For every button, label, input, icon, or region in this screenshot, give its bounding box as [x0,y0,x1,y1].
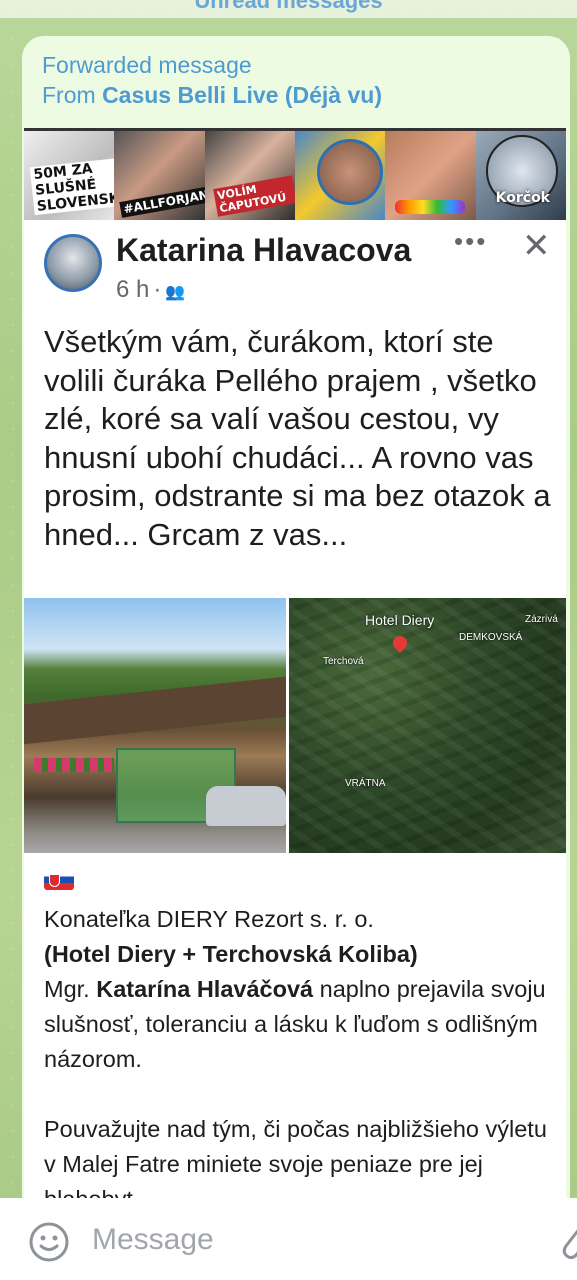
banner-tag-1: 50M ZA SLUŠNÉ SLOVENSKO [29,156,115,216]
hotel-photo [24,598,286,853]
audience-icon: 👥 [165,284,186,301]
more-icon: ••• [454,226,488,256]
caption-line-3: Mgr. Katarína Hlaváčová naplno prejavila… [44,972,554,1077]
rainbow-flag [395,200,466,214]
caption-line-1: Konateľka DIERY Rezort s. r. o. [44,906,374,932]
map-label-hotel: Hotel Diery [365,612,435,628]
caption-name: Katarína Hlaváčová [96,976,314,1002]
slovak-flag-icon [44,870,74,890]
banner-photo-2: #ALLFORJAN [114,128,205,220]
emoji-icon[interactable] [28,1221,70,1263]
banner-photo-1: 50M ZA SLUŠNÉ SLOVENSKO [24,128,115,220]
meta-dot: · [153,276,162,303]
unread-divider: Unread messages [0,0,577,18]
banner-photo-6: Korčok [475,128,566,220]
forward-channel-name[interactable]: Casus Belli Live (Déjà vu) [102,82,382,108]
banner-tag-2: #ALLFORJAN [119,186,205,218]
avatar [44,234,102,292]
caption-line-2: (Hotel Diery + Terchovská Koliba) [44,941,418,967]
parked-car [206,786,286,826]
screenshot-image[interactable]: 50M ZA SLUŠNÉ SLOVENSKO #ALLFORJAN VOLÍM… [24,128,566,1206]
post-author: Katarina Hlavacova [116,232,412,268]
banner-tag-4: Korčok [495,190,550,206]
terrain [289,598,566,853]
unread-label: Unread messages [194,0,383,13]
message-input-bar: Message [0,1198,577,1280]
banner-ring [316,139,383,205]
map-label-terchova: Terchová [323,656,364,667]
message-input[interactable]: Message [92,1223,214,1257]
caption-text: Konateľka DIERY Rezort s. r. o. (Hotel D… [44,902,554,1206]
post-text: Všetkým vám, čurákom, ktorí ste volili č… [44,324,551,552]
caption-paragraph-2: Pouvažujte nad tým, či počas najbližšieh… [44,1116,547,1206]
flag-crest [49,874,60,887]
map-photo: Hotel Diery Zázrivá DEMKOVSKÁ Terchová V… [289,598,566,853]
banner-tag-3: VOLÍM ČAPUTOVÚ [212,175,295,217]
hotel-flowers [34,758,114,772]
banner-photo-5 [385,128,476,220]
close-icon: ✕ [522,227,551,265]
banner-photo-4 [294,128,386,220]
profile-pictures-strip: 50M ZA SLUŠNÉ SLOVENSKO #ALLFORJAN VOLÍM… [24,128,566,220]
hotel-roof [24,674,286,746]
map-label-vratna: VRÁTNA [345,778,386,789]
forward-from-prefix: From [42,82,96,108]
post-time: 6 h [116,276,150,303]
map-label-zazriva: Zázrivá [525,614,558,625]
post-meta: 6 h · 👥 [116,276,185,304]
forward-header[interactable]: Forwarded message From Casus Belli Live … [42,50,382,110]
banner-photo-3: VOLÍM ČAPUTOVÚ [204,128,295,220]
caption-prefix: Mgr. [44,976,90,1002]
forward-source[interactable]: From Casus Belli Live (Déjà vu) [42,80,382,110]
message-bubble[interactable]: Forwarded message From Casus Belli Live … [22,36,570,1206]
post-header: Katarina Hlavacova 6 h · 👥 ••• ✕ [24,220,566,310]
map-label-demkovska: DEMKOVSKÁ [459,632,523,643]
forward-title: Forwarded message [42,52,252,78]
attach-icon[interactable] [558,1222,577,1262]
